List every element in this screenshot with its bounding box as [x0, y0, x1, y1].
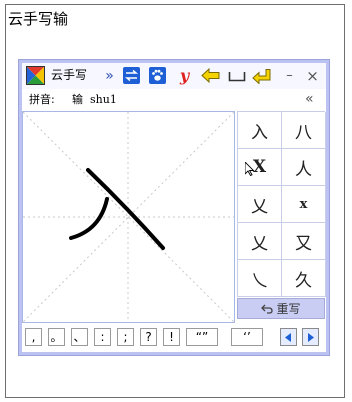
candidate-item[interactable]: X: [238, 149, 282, 186]
page-title: 云手写输: [8, 10, 69, 28]
backspace-arrow-icon[interactable]: [201, 66, 220, 85]
candidate-item[interactable]: 八: [282, 112, 326, 149]
rewrite-label: 重写: [276, 302, 301, 316]
handwriting-ime-window: 云手写 » y – × 拼音: 输 shu1 « 入 八 X 人 乂 x 乂 又…: [18, 59, 330, 356]
punct-button[interactable]: ‘’: [231, 328, 263, 346]
stroke-right: [86, 168, 165, 250]
app-name: 云手写: [51, 68, 88, 82]
rewrite-button[interactable]: 重写: [237, 298, 325, 319]
close-icon[interactable]: ×: [303, 66, 322, 85]
mouse-cursor-icon: [245, 162, 255, 176]
next-page-button[interactable]: [302, 328, 319, 346]
pinyin-label: 拼音:: [29, 93, 55, 106]
close-glyph: ×: [306, 66, 319, 85]
ime-panel: 云手写 » y – × 拼音: 输 shu1 « 入 八 X 人 乂 x 乂 又…: [22, 63, 326, 352]
pinyin-char: 输: [72, 93, 83, 106]
punct-button[interactable]: !: [163, 328, 180, 346]
enter-icon[interactable]: [252, 66, 271, 85]
handwriting-canvas[interactable]: [22, 111, 235, 323]
y-icon[interactable]: y: [175, 66, 194, 85]
minimize-icon[interactable]: –: [280, 66, 299, 85]
swap-icon[interactable]: [122, 66, 141, 85]
candidate-item[interactable]: 又: [282, 223, 326, 260]
ime-titlebar[interactable]: 云手写 » y – ×: [22, 63, 326, 89]
punct-button[interactable]: ?: [140, 328, 157, 346]
triangle-right-icon: [308, 332, 314, 342]
space-icon[interactable]: [227, 66, 246, 85]
punct-button[interactable]: 、: [71, 328, 88, 346]
candidate-item[interactable]: 久: [282, 260, 326, 297]
canvas-guides: [22, 111, 235, 323]
candidate-grid: 入 八 X 人 乂 x 乂 又 乀 久: [237, 111, 326, 297]
punct-button[interactable]: ;: [117, 328, 134, 346]
pinyin-romanization: shu1: [90, 93, 117, 106]
punct-button[interactable]: 。: [48, 328, 65, 346]
prev-page-button[interactable]: [280, 328, 297, 346]
undo-icon: [261, 304, 274, 314]
app-logo-icon: [26, 66, 45, 85]
stroke-left: [69, 197, 109, 240]
punctuation-bar: , 。 、 : ; ? ! “” ‘’: [22, 323, 326, 350]
candidate-item[interactable]: 乂: [238, 223, 282, 260]
expand-glyph: »: [105, 67, 114, 84]
minimize-glyph: –: [286, 68, 293, 83]
collapse-icon[interactable]: «: [305, 89, 314, 110]
punct-button[interactable]: “”: [186, 328, 218, 346]
pinyin-bar: 拼音: 输 shu1 «: [22, 89, 326, 110]
punct-button[interactable]: ,: [25, 328, 42, 346]
candidate-item[interactable]: 乂: [238, 186, 282, 223]
paw-icon[interactable]: [148, 66, 167, 85]
double-chevron-right-icon[interactable]: »: [100, 66, 119, 85]
candidate-item[interactable]: x: [282, 186, 326, 223]
candidate-item[interactable]: 人: [282, 149, 326, 186]
candidate-item[interactable]: 入: [238, 112, 282, 149]
candidate-item[interactable]: 乀: [238, 260, 282, 297]
punct-button[interactable]: :: [94, 328, 111, 346]
triangle-left-icon: [285, 332, 291, 342]
